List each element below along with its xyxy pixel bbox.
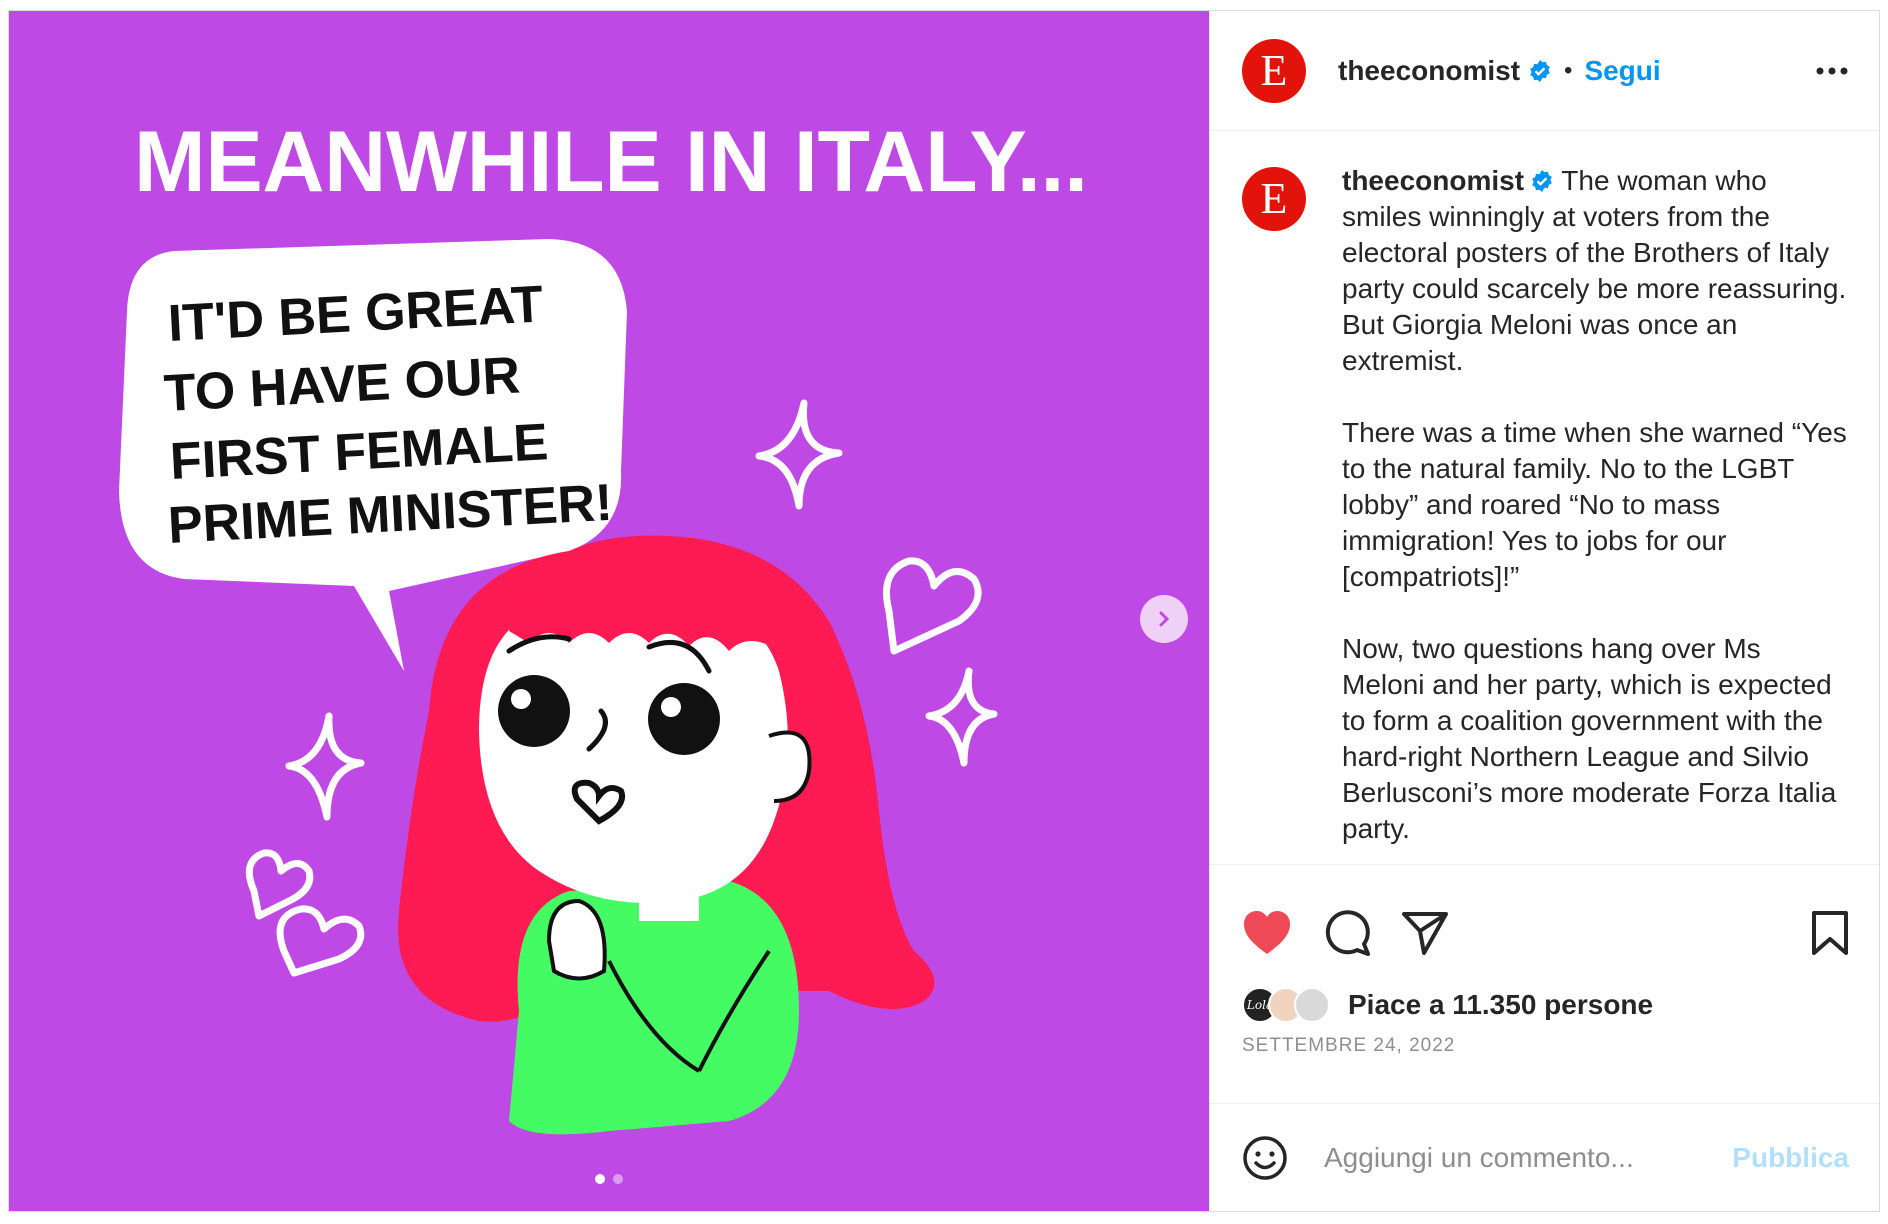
headline-text: MEANWHILE IN ITALY... [134,114,1094,210]
carousel-indicator [9,1174,1209,1184]
sparkle-3 [925,667,998,767]
carousel-dot-1 [595,1174,605,1184]
liker-avatars: Lola [1242,987,1330,1023]
comment-input[interactable] [1322,1140,1733,1175]
caption-text: theeconomist The woman who smiles winnin… [1342,163,1849,847]
comment-bar: Pubblica [1210,1103,1879,1211]
publish-button[interactable]: Pubblica [1732,1142,1849,1174]
comment-icon[interactable] [1324,910,1370,956]
bookmark-icon[interactable] [1811,910,1849,956]
heart-doodle-3 [276,905,365,977]
caption-section: E theeconomist The woman who smiles winn… [1210,131,1879,865]
verified-badge-icon [1532,170,1552,192]
separator-dot: • [1564,56,1573,84]
chevron-right-icon [1159,611,1170,627]
post-header: E theeconomist • Segui [1210,11,1879,131]
post-window: MEANWHILE IN ITALY... IT'D BE GREAT TO H… [8,10,1880,1212]
illustration: MEANWHILE IN ITALY... IT'D BE GREAT TO H… [119,114,1094,1135]
follow-button[interactable]: Segui [1584,55,1660,87]
caption-avatar[interactable]: E [1242,167,1306,231]
post-image[interactable]: MEANWHILE IN ITALY... IT'D BE GREAT TO H… [9,11,1209,1211]
heart-doodle-1 [883,557,982,655]
heart-filled-icon[interactable] [1242,910,1292,956]
caption-row: E theeconomist The woman who smiles winn… [1242,163,1849,847]
verified-badge-icon [1528,59,1552,83]
avatar[interactable]: E [1242,38,1306,103]
carousel-dot-2 [613,1174,623,1184]
emoji-icon[interactable] [1242,1135,1288,1181]
liker-avatar[interactable] [1294,987,1330,1023]
caption-body: The woman who smiles winningly at voters… [1342,165,1847,844]
username-link[interactable]: theeconomist [1338,55,1520,87]
carousel-next-button[interactable] [1140,595,1188,643]
likes-count[interactable]: Piace a 11.350 persone [1348,989,1653,1021]
action-bar [1210,883,1879,983]
face [479,610,788,903]
post-date[interactable]: SETTEMBRE 24, 2022 [1210,1035,1879,1085]
more-horizontal-icon[interactable] [1815,66,1849,76]
likes-row: Lola Piace a 11.350 persone [1210,983,1879,1027]
post-sidebar: E theeconomist • Segui E theeconomist Th… [1209,11,1879,1211]
share-icon[interactable] [1402,911,1448,955]
caption-username-link[interactable]: theeconomist [1342,165,1524,196]
sparkle-1 [755,399,843,510]
sparkle-2 [285,712,365,821]
